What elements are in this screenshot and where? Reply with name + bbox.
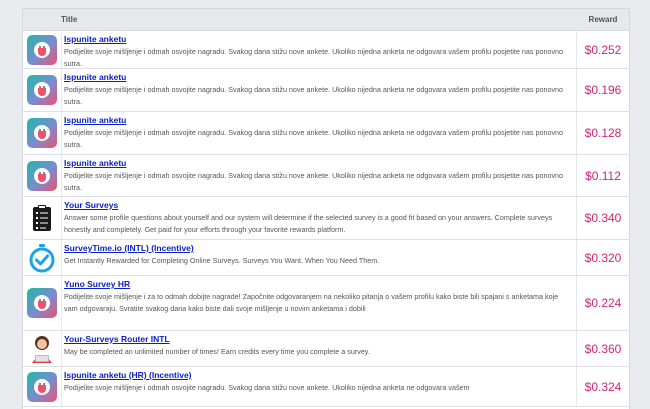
table-row[interactable]: SurveyTime.io (INTL) (Incentive) Get Ins… [23,240,629,276]
offer-title-link[interactable]: Yuno Survey HR [64,279,570,290]
column-header-reward: Reward [588,15,618,24]
offer-title-link[interactable]: Your-Surveys Router INTL [64,334,570,345]
offer-reward: $0.360 [584,341,622,356]
table-row[interactable]: Yuno Survey HR Podijelite svoje mišljenj… [23,276,629,331]
survey-app-icon [27,288,57,318]
survey-app-icon [27,34,57,65]
woman-laptop-icon [27,334,57,364]
offer-description: Podijelite svoje mišljenje i za to odmah… [64,292,559,313]
table-row[interactable]: Ispunite anketu Podijelite svoje mišljen… [23,69,629,112]
survey-app-icon [27,371,57,402]
table-row[interactable]: Ispunite anketu Podijelite svoje mišljen… [23,112,629,155]
table-row[interactable]: Ispunite anketu Podijelite svoje mišljen… [23,155,629,197]
clipboard-icon [27,203,57,233]
offer-description: Get Instantly Rewarded for Completing On… [64,256,380,265]
survey-app-icon [27,118,57,148]
offer-description: Podijelite svoje mišljenje i odmah osvoj… [64,47,564,68]
offer-reward: $0.128 [584,126,622,140]
offer-description: Answer some profile questions about your… [64,213,553,234]
offer-description: Podijelite svoje mišljenje i odmah osvoj… [64,171,564,192]
offer-title-link[interactable]: Your Surveys [64,200,570,211]
offer-title-link[interactable]: Ispunite anketu [64,72,570,83]
offer-reward: $0.196 [584,83,622,97]
offer-title-link[interactable]: Ispunite anketu [64,158,570,169]
offer-reward: $0.320 [584,250,622,265]
table-row[interactable]: Your Surveys Answer some profile questio… [23,197,629,240]
table-header: Title Reward [23,9,629,31]
stopwatch-check-icon [27,243,57,273]
offer-reward: $0.324 [584,379,622,394]
offer-title-link[interactable]: Ispunite anketu (HR) (Incentive) [64,370,570,381]
offer-title-link[interactable]: Ispunite anketu [64,34,570,45]
table-row[interactable]: Ispunite anketu Podijelite svoje mišljen… [23,31,629,69]
offers-table: Title Reward Ispunite anketu Podijelite … [22,8,630,409]
offer-reward: $0.340 [584,211,622,225]
offer-reward: $0.112 [585,168,621,183]
offer-description: Podijelite svoje mišljenje i odmah osvoj… [64,383,470,392]
table-row[interactable]: Ispunite anketu (HR) (Incentive) Podijel… [23,367,629,407]
offer-description: Podijelite svoje mišljenje i odmah osvoj… [64,85,564,106]
offer-reward: $0.252 [584,42,622,57]
offer-description: Podijelite svoje mišljenje i odmah osvoj… [64,128,564,149]
offer-title-link[interactable]: Ispunite anketu [64,115,570,126]
column-header-title: Title [61,15,78,24]
survey-app-icon [27,160,57,191]
table-row[interactable]: Your-Surveys Router INTL May be complete… [23,331,629,367]
survey-app-icon [27,75,57,105]
offer-title-link[interactable]: SurveyTime.io (INTL) (Incentive) [64,243,570,254]
offer-description: May be completed an unlimited number of … [64,347,370,356]
offer-reward: $0.224 [584,296,622,310]
